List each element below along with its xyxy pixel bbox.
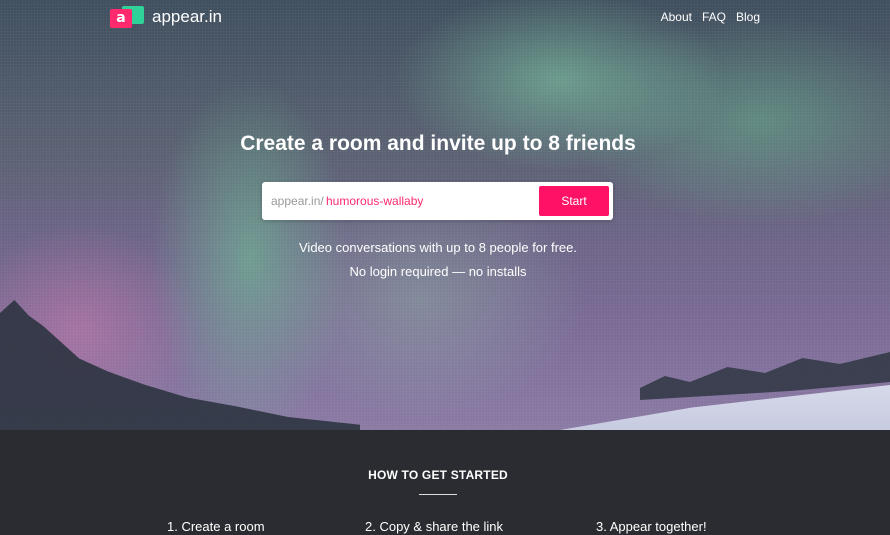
logo-text: appear.in <box>152 7 222 26</box>
nav-blog[interactable]: Blog <box>736 10 760 24</box>
room-form: appear.in/ Start <box>262 182 613 220</box>
how-to-title: HOW TO GET STARTED <box>368 468 508 482</box>
step-share-link: 2. Copy & share the link <box>365 519 504 534</box>
step-appear-together: 3. Appear together! <box>596 519 707 534</box>
logo[interactable]: a appear.in <box>110 6 222 28</box>
nav-about[interactable]: About <box>661 10 692 24</box>
top-header: a appear.in About FAQ Blog <box>0 0 890 36</box>
top-nav: About FAQ Blog <box>661 10 760 24</box>
tagline-secondary: No login required — no installs <box>349 264 527 279</box>
how-to-section: HOW TO GET STARTED 1. Create a room 2. C… <box>0 430 890 535</box>
room-name-input[interactable] <box>326 191 526 211</box>
title-divider <box>419 494 457 495</box>
start-button[interactable]: Start <box>539 186 609 216</box>
logo-icon: a <box>110 6 144 28</box>
tagline-primary: Video conversations with up to 8 people … <box>299 240 577 255</box>
room-url-prefix: appear.in/ <box>271 194 324 208</box>
step-create-room: 1. Create a room <box>167 519 265 534</box>
nav-faq[interactable]: FAQ <box>702 10 726 24</box>
hero-headline: Create a room and invite up to 8 friends <box>240 132 636 155</box>
